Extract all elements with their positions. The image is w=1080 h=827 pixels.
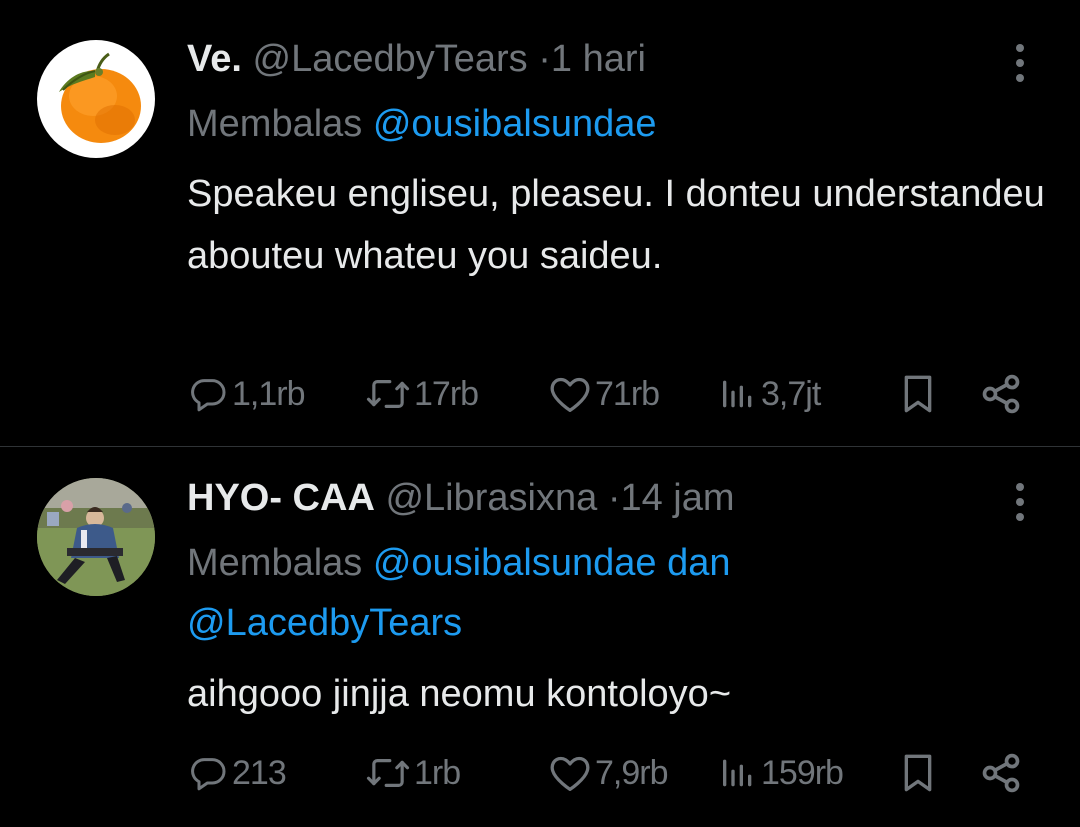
retweet-icon: [366, 759, 410, 787]
person-photo-avatar-icon: [37, 478, 155, 596]
views-icon: [723, 759, 752, 787]
tweet-header: HYO- CAA @Librasixna ·14 jam: [187, 475, 735, 521]
share-icon: [982, 374, 1020, 414]
reply-icon: [191, 758, 226, 791]
tweet-header: Ve. @LacedbyTears ·1 hari: [187, 36, 646, 82]
retweet-button[interactable]: 17rb: [365, 366, 479, 422]
views-count: 159rb: [761, 753, 844, 792]
more-vertical-icon: [1016, 44, 1024, 52]
tweet[interactable]: Ve. @LacedbyTears ·1 hari Membalas @ousi…: [0, 0, 1080, 446]
mention-link[interactable]: @LacedbyTears: [187, 602, 462, 644]
replying-to-label: Membalas: [187, 103, 373, 145]
tweet-text: Speakeu engliseu, pleaseu. I donteu unde…: [187, 173, 1045, 277]
more-options-button[interactable]: [1004, 38, 1036, 88]
heart-icon: [550, 756, 590, 791]
separator-dot: ·: [538, 38, 551, 80]
tweet-actions: 1,1rb 17rb 71rb 3,7jt: [0, 366, 1080, 422]
replying-to: Membalas @ousibalsundae: [187, 94, 1047, 154]
reply-count: 1,1rb: [232, 374, 305, 413]
retweet-count: 17rb: [414, 374, 479, 413]
more-options-button[interactable]: [1004, 477, 1036, 527]
share-button[interactable]: [979, 366, 1023, 422]
replying-to: Membalas @ousibalsundae dan @LacedbyTear…: [187, 533, 1047, 653]
tweet-actions: 213 1rb 7,9rb 159rb: [0, 745, 1080, 801]
views-icon: [723, 380, 752, 408]
like-count: 7,9rb: [595, 753, 668, 792]
like-button[interactable]: 7,9rb: [548, 745, 668, 801]
retweet-button[interactable]: 1rb: [365, 745, 461, 801]
more-vertical-icon-dot: [1016, 74, 1024, 82]
more-vertical-icon-dot: [1016, 498, 1024, 506]
like-button[interactable]: 71rb: [548, 366, 660, 422]
reply-button[interactable]: 213: [189, 745, 287, 801]
views-button[interactable]: 159rb: [718, 745, 844, 801]
reply-count: 213: [232, 753, 287, 792]
user-handle[interactable]: @Librasixna: [385, 477, 597, 519]
mention-link[interactable]: @ousibalsundae: [373, 103, 657, 145]
views-button[interactable]: 3,7jt: [718, 366, 821, 422]
orange-fruit-avatar-icon: [37, 40, 155, 158]
more-vertical-icon: [1016, 483, 1024, 491]
reply-icon: [191, 379, 226, 412]
heart-icon: [550, 377, 590, 412]
bookmark-icon: [904, 754, 932, 792]
more-vertical-icon-dot: [1016, 59, 1024, 67]
timestamp[interactable]: 14 jam: [620, 477, 734, 519]
retweet-count: 1rb: [414, 753, 461, 792]
share-icon: [982, 753, 1020, 793]
avatar[interactable]: [37, 478, 155, 596]
display-name[interactable]: Ve.: [187, 38, 242, 80]
mention-joiner: dan: [656, 542, 731, 584]
mention-link[interactable]: @ousibalsundae: [373, 542, 657, 584]
reply-button[interactable]: 1,1rb: [189, 366, 305, 422]
display-name[interactable]: HYO- CAA: [187, 477, 375, 519]
retweet-icon: [366, 380, 410, 408]
share-button[interactable]: [979, 745, 1023, 801]
like-count: 71rb: [595, 374, 660, 413]
avatar[interactable]: [37, 40, 155, 158]
tweet[interactable]: HYO- CAA @Librasixna ·14 jam Membalas @o…: [0, 447, 1080, 827]
timestamp[interactable]: 1 hari: [551, 38, 646, 80]
tweet-text: aihgooo jinjja neomu kontoloyo~: [187, 673, 732, 715]
replying-to-label: Membalas: [187, 542, 373, 584]
bookmark-icon: [904, 375, 932, 413]
separator-dot: ·: [607, 477, 621, 519]
views-count: 3,7jt: [761, 374, 821, 413]
bookmark-button[interactable]: [898, 745, 938, 801]
more-vertical-icon-dot: [1016, 513, 1024, 521]
user-handle[interactable]: @LacedbyTears: [253, 38, 528, 80]
bookmark-button[interactable]: [898, 366, 938, 422]
